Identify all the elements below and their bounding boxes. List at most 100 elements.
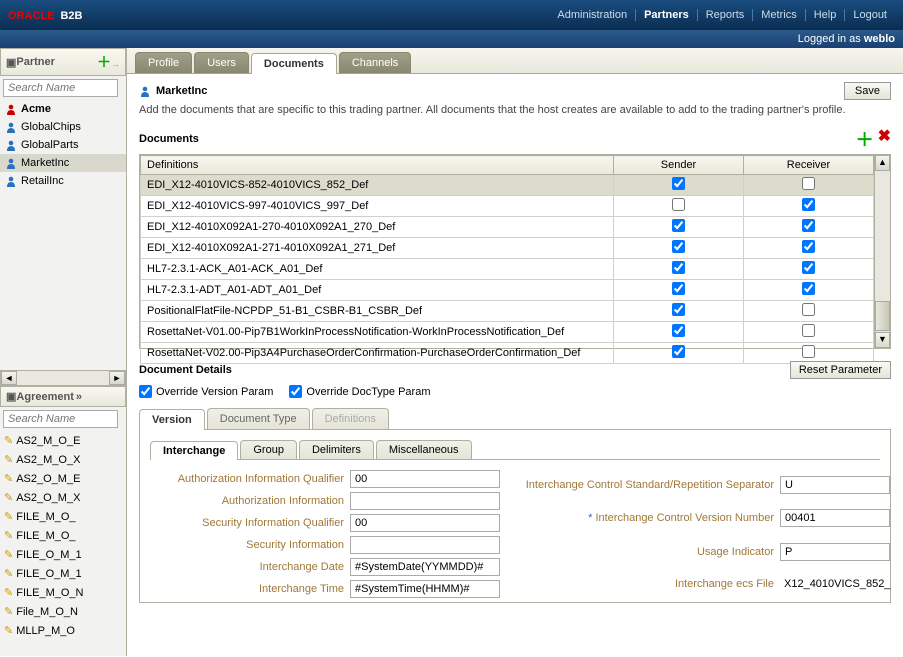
reset-parameter-button[interactable]: Reset Parameter xyxy=(790,361,891,379)
content-tabs: ProfileUsersDocumentsChannels xyxy=(127,48,903,74)
table-row[interactable]: EDI_X12-4010VICS-997-4010VICS_997_Def xyxy=(141,196,874,217)
agreement-item[interactable]: ✎AS2_M_O_X xyxy=(0,450,126,469)
field-input[interactable] xyxy=(350,536,500,554)
tab-channels[interactable]: Channels xyxy=(339,52,411,73)
table-row[interactable]: EDI_X12-4010X092A1-270-4010X092A1_270_De… xyxy=(141,217,874,238)
receiver-checkbox[interactable] xyxy=(802,240,815,253)
field-label: Interchange Time xyxy=(150,583,350,595)
sender-checkbox[interactable] xyxy=(672,240,685,253)
agreement-item[interactable]: ✎File_M_O_N xyxy=(0,602,126,621)
collapse-icon[interactable]: ▣ xyxy=(6,390,16,403)
sender-checkbox[interactable] xyxy=(672,177,685,190)
partner-globalparts[interactable]: GlobalParts xyxy=(0,136,126,154)
delete-document-icon[interactable]: ✖ xyxy=(878,126,891,152)
field-input[interactable] xyxy=(350,470,500,488)
save-button[interactable]: Save xyxy=(844,82,891,100)
add-partner-icon[interactable]: ＋→ xyxy=(97,52,120,72)
receiver-checkbox[interactable] xyxy=(802,177,815,190)
col-definitions[interactable]: Definitions xyxy=(141,156,614,175)
field-input[interactable] xyxy=(350,514,500,532)
field-label: Authorization Information Qualifier xyxy=(150,473,350,485)
partner-globalchips[interactable]: GlobalChips xyxy=(0,118,126,136)
override-doctype-checkbox[interactable]: Override DocType Param xyxy=(289,385,430,398)
field-input[interactable] xyxy=(350,558,500,576)
tab-users[interactable]: Users xyxy=(194,52,249,73)
interchange-innertabs: InterchangeGroupDelimitersMiscellaneous xyxy=(150,440,880,460)
table-vscroll[interactable]: ▲▼ xyxy=(874,155,890,348)
override-version-checkbox[interactable]: Override Version Param xyxy=(139,385,273,398)
sender-checkbox[interactable] xyxy=(672,261,685,274)
innertab-delimiters[interactable]: Delimiters xyxy=(299,440,374,459)
table-row[interactable]: PositionalFlatFile-NCPDP_51-B1_CSBR-B1_C… xyxy=(141,301,874,322)
nav-metrics[interactable]: Metrics xyxy=(753,9,805,21)
sender-checkbox[interactable] xyxy=(672,198,685,211)
table-row[interactable]: HL7-2.3.1-ACK_A01-ACK_A01_Def xyxy=(141,259,874,280)
agreement-search-input[interactable] xyxy=(3,410,118,428)
receiver-checkbox[interactable] xyxy=(802,324,815,337)
col-receiver[interactable]: Receiver xyxy=(744,156,874,175)
col-sender[interactable]: Sender xyxy=(614,156,744,175)
table-row[interactable]: EDI_X12-4010X092A1-271-4010X092A1_271_De… xyxy=(141,238,874,259)
person-icon xyxy=(139,85,151,97)
table-row[interactable]: RosettaNet-V02.00-Pip3A4PurchaseOrderCon… xyxy=(141,343,874,364)
partner-retailinc[interactable]: RetailInc xyxy=(0,172,126,190)
tab-documents[interactable]: Documents xyxy=(251,53,337,74)
tab-profile[interactable]: Profile xyxy=(135,52,192,73)
page-description: Add the documents that are specific to t… xyxy=(139,104,891,116)
field-input[interactable] xyxy=(780,509,890,527)
sender-checkbox[interactable] xyxy=(672,282,685,295)
sender-checkbox[interactable] xyxy=(672,219,685,232)
agreement-panel-head: ▣ Agreement» xyxy=(0,386,126,407)
agreement-item[interactable]: ✎AS2_O_M_X xyxy=(0,488,126,507)
field-input[interactable] xyxy=(780,476,890,494)
agreement-item[interactable]: ✎MLLP_M_O xyxy=(0,621,126,640)
sidebar-hscroll[interactable]: ◄► xyxy=(0,370,126,386)
agreement-item[interactable]: ✎AS2_M_O_E xyxy=(0,431,126,450)
agreement-item[interactable]: ✎FILE_M_O_ xyxy=(0,526,126,545)
sender-checkbox[interactable] xyxy=(672,324,685,337)
innertab-interchange[interactable]: Interchange xyxy=(150,441,238,460)
person-icon xyxy=(5,121,17,133)
sender-checkbox[interactable] xyxy=(672,303,685,316)
field-label: Authorization Information xyxy=(150,495,350,507)
nav-administration[interactable]: Administration xyxy=(549,9,636,21)
field-input[interactable] xyxy=(350,492,500,510)
add-document-icon[interactable]: ＋ xyxy=(856,126,874,152)
documents-section-head: Documents ＋ ✖ xyxy=(139,126,891,152)
field-label: Interchange Control Version Number xyxy=(520,512,780,524)
agreement-item[interactable]: ✎FILE_M_O_ xyxy=(0,507,126,526)
field-label: Interchange ecs File xyxy=(520,578,780,590)
receiver-checkbox[interactable] xyxy=(802,219,815,232)
table-row[interactable]: RosettaNet-V01.00-Pip7B1WorkInProcessNot… xyxy=(141,322,874,343)
pencil-icon: ✎ xyxy=(4,624,13,637)
field-input[interactable] xyxy=(780,543,890,561)
agreement-item[interactable]: ✎FILE_O_M_1 xyxy=(0,545,126,564)
agreement-item[interactable]: ✎AS2_O_M_E xyxy=(0,469,126,488)
receiver-checkbox[interactable] xyxy=(802,303,815,316)
subtab-version[interactable]: Version xyxy=(139,409,205,430)
innertab-group[interactable]: Group xyxy=(240,440,297,459)
nav-partners[interactable]: Partners xyxy=(636,9,698,21)
table-row[interactable]: HL7-2.3.1-ADT_A01-ADT_A01_Def xyxy=(141,280,874,301)
agreement-item[interactable]: ✎FILE_M_O_N xyxy=(0,583,126,602)
partner-marketinc[interactable]: MarketInc xyxy=(0,154,126,172)
nav-logout[interactable]: Logout xyxy=(845,9,895,21)
receiver-checkbox[interactable] xyxy=(802,261,815,274)
top-nav: AdministrationPartnersReportsMetricsHelp… xyxy=(549,9,895,21)
subtab-document-type[interactable]: Document Type xyxy=(207,408,310,429)
agreement-item[interactable]: ✎FILE_O_M_1 xyxy=(0,564,126,583)
receiver-checkbox[interactable] xyxy=(802,198,815,211)
nav-help[interactable]: Help xyxy=(806,9,846,21)
receiver-checkbox[interactable] xyxy=(802,282,815,295)
collapse-icon[interactable]: ▣ xyxy=(6,56,16,69)
field-input[interactable] xyxy=(350,580,500,598)
sender-checkbox[interactable] xyxy=(672,345,685,358)
field-label: Interchange Date xyxy=(150,561,350,573)
pencil-icon: ✎ xyxy=(4,510,13,523)
table-row[interactable]: EDI_X12-4010VICS-852-4010VICS_852_Def xyxy=(141,175,874,196)
innertab-miscellaneous[interactable]: Miscellaneous xyxy=(376,440,472,459)
receiver-checkbox[interactable] xyxy=(802,345,815,358)
partner-acme[interactable]: Acme xyxy=(0,100,126,118)
partner-search-input[interactable] xyxy=(3,79,118,97)
nav-reports[interactable]: Reports xyxy=(698,9,754,21)
